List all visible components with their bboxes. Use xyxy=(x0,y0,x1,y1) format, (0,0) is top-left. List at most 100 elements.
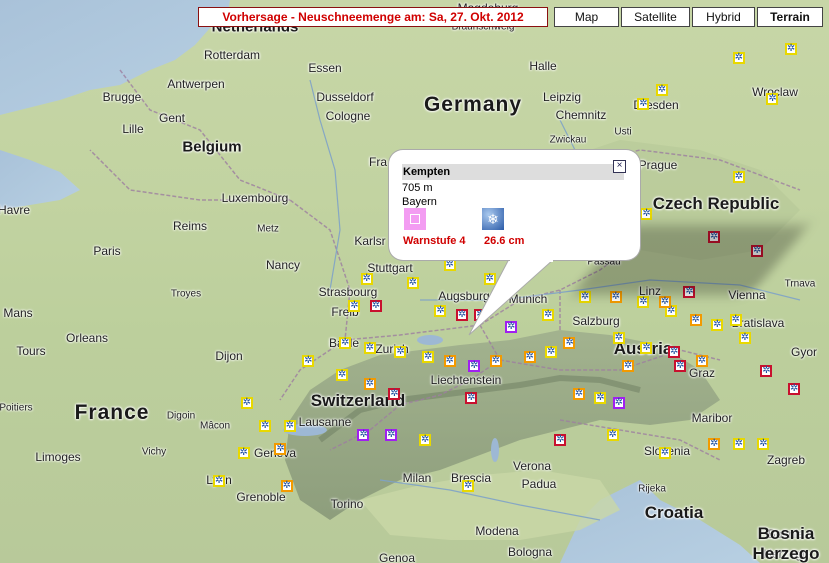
snow-station-marker[interactable] xyxy=(612,396,625,410)
country-label: Herzego xyxy=(752,544,820,563)
snow-station-marker[interactable] xyxy=(606,428,619,442)
place-label: Essen xyxy=(308,61,342,75)
snow-station-marker[interactable] xyxy=(422,350,435,364)
place-label: Brugge xyxy=(102,90,142,104)
snow-station-marker[interactable] xyxy=(738,331,751,345)
snow-station-marker[interactable] xyxy=(658,295,671,309)
country-label: Czech Republic xyxy=(652,194,780,213)
place-label: Zagreb xyxy=(766,453,806,467)
place-label: Orleans xyxy=(65,331,109,345)
snow-station-marker[interactable] xyxy=(689,313,702,327)
country-label: Croatia xyxy=(644,503,704,522)
place-label: Usti xyxy=(614,126,632,138)
snow-station-marker[interactable] xyxy=(668,345,681,359)
snow-station-marker[interactable] xyxy=(302,354,315,368)
snow-station-marker[interactable] xyxy=(339,336,351,350)
place-label: Rotterdam xyxy=(203,48,261,62)
snow-station-marker[interactable] xyxy=(237,446,250,460)
snow-station-marker[interactable] xyxy=(335,368,348,382)
close-icon[interactable]: × xyxy=(613,160,626,173)
snow-station-marker[interactable] xyxy=(545,345,558,359)
snow-station-marker[interactable] xyxy=(760,364,773,378)
snow-station-marker[interactable] xyxy=(594,391,607,405)
snow-station-marker[interactable] xyxy=(465,391,478,405)
place-label: Antwerpen xyxy=(167,77,225,91)
place-label: Paris xyxy=(93,244,121,258)
channel-sea xyxy=(0,150,80,210)
snow-station-marker[interactable] xyxy=(274,442,287,456)
warning-level-label: Warnstufe 4 xyxy=(403,235,466,247)
place-label: Halle xyxy=(529,59,557,73)
snow-station-marker[interactable] xyxy=(240,396,253,410)
place-label: Strasbourg xyxy=(318,285,378,299)
snow-station-marker[interactable] xyxy=(732,51,745,65)
snow-station-marker[interactable] xyxy=(708,437,720,451)
map-type-terrain-button[interactable]: Terrain xyxy=(757,7,823,27)
place-label: Lille xyxy=(122,122,144,136)
place-label: Cologne xyxy=(325,109,371,123)
snow-station-marker[interactable] xyxy=(658,446,671,460)
snow-station-marker[interactable] xyxy=(363,377,376,391)
place-label: Luxembourg xyxy=(221,191,289,205)
snow-station-marker[interactable] xyxy=(787,382,800,396)
place-label: Fra xyxy=(369,155,387,169)
map-type-satellite-button[interactable]: Satellite xyxy=(621,7,690,27)
snow-station-marker[interactable] xyxy=(640,341,653,355)
snow-station-marker[interactable] xyxy=(711,318,724,332)
snow-station-marker[interactable] xyxy=(489,354,502,368)
snow-station-marker[interactable] xyxy=(784,42,797,56)
snow-station-marker[interactable] xyxy=(729,313,742,327)
place-label: Genoa xyxy=(378,551,416,563)
place-label: Trnava xyxy=(784,278,816,290)
snow-station-marker[interactable] xyxy=(394,345,407,359)
snow-station-marker[interactable] xyxy=(655,83,668,97)
place-label: Limoges xyxy=(35,450,81,464)
snow-station-marker[interactable] xyxy=(462,479,474,493)
station-name: Kempten xyxy=(402,164,624,180)
snow-station-marker[interactable] xyxy=(732,170,745,184)
place-label: Nancy xyxy=(265,258,301,272)
snow-station-marker[interactable] xyxy=(388,387,401,401)
snow-station-marker[interactable] xyxy=(385,428,398,442)
snow-station-marker[interactable] xyxy=(468,359,481,373)
place-label: Padua xyxy=(521,477,557,491)
snow-station-marker[interactable] xyxy=(572,387,585,401)
snow-station-marker[interactable] xyxy=(369,299,382,313)
snow-station-marker[interactable] xyxy=(360,272,373,286)
snow-station-marker[interactable] xyxy=(757,437,770,451)
warning-level-icon xyxy=(404,208,426,230)
place-label: Torino xyxy=(330,497,364,511)
snow-station-marker[interactable] xyxy=(443,354,456,368)
lake-garda xyxy=(491,438,499,462)
snow-station-marker[interactable] xyxy=(348,299,361,313)
snow-station-marker[interactable] xyxy=(621,359,634,373)
map-type-map-button[interactable]: Map xyxy=(554,7,619,27)
place-label: Lausanne xyxy=(298,415,352,429)
place-label: Gent xyxy=(158,111,186,125)
snow-station-marker[interactable] xyxy=(523,350,536,364)
place-label: Metz xyxy=(257,223,279,235)
station-elevation: 705 m xyxy=(402,182,433,194)
place-label: Rijeka xyxy=(638,483,666,495)
snow-station-marker[interactable] xyxy=(695,354,708,368)
snow-station-marker[interactable] xyxy=(357,428,370,442)
snow-station-marker[interactable] xyxy=(674,359,687,373)
snow-station-marker[interactable] xyxy=(766,92,779,106)
map-type-hybrid-button[interactable]: Hybrid xyxy=(692,7,755,27)
forecast-title: Vorhersage - Neuschneemenge am: Sa, 27. … xyxy=(198,7,548,27)
snow-station-marker[interactable] xyxy=(554,433,567,447)
country-label: Belgium xyxy=(182,138,242,156)
snow-station-marker[interactable] xyxy=(283,419,296,433)
snow-station-marker[interactable] xyxy=(259,419,272,433)
snowfall-amount: 26.6 cm xyxy=(484,235,525,247)
place-label: Gyor xyxy=(790,345,818,359)
place-label: Dijon xyxy=(215,349,243,363)
place-label: Verona xyxy=(512,459,552,473)
snow-station-marker[interactable] xyxy=(637,97,650,111)
snow-station-marker[interactable] xyxy=(363,341,376,355)
map-canvas[interactable]: Rotterdam Antwerpen Brugge Gent Lille Luxembo… xyxy=(0,0,829,563)
snow-station-marker[interactable] xyxy=(212,474,225,488)
snow-station-marker[interactable] xyxy=(280,479,293,493)
snow-station-marker[interactable] xyxy=(418,433,431,447)
snow-station-marker[interactable] xyxy=(732,437,745,451)
